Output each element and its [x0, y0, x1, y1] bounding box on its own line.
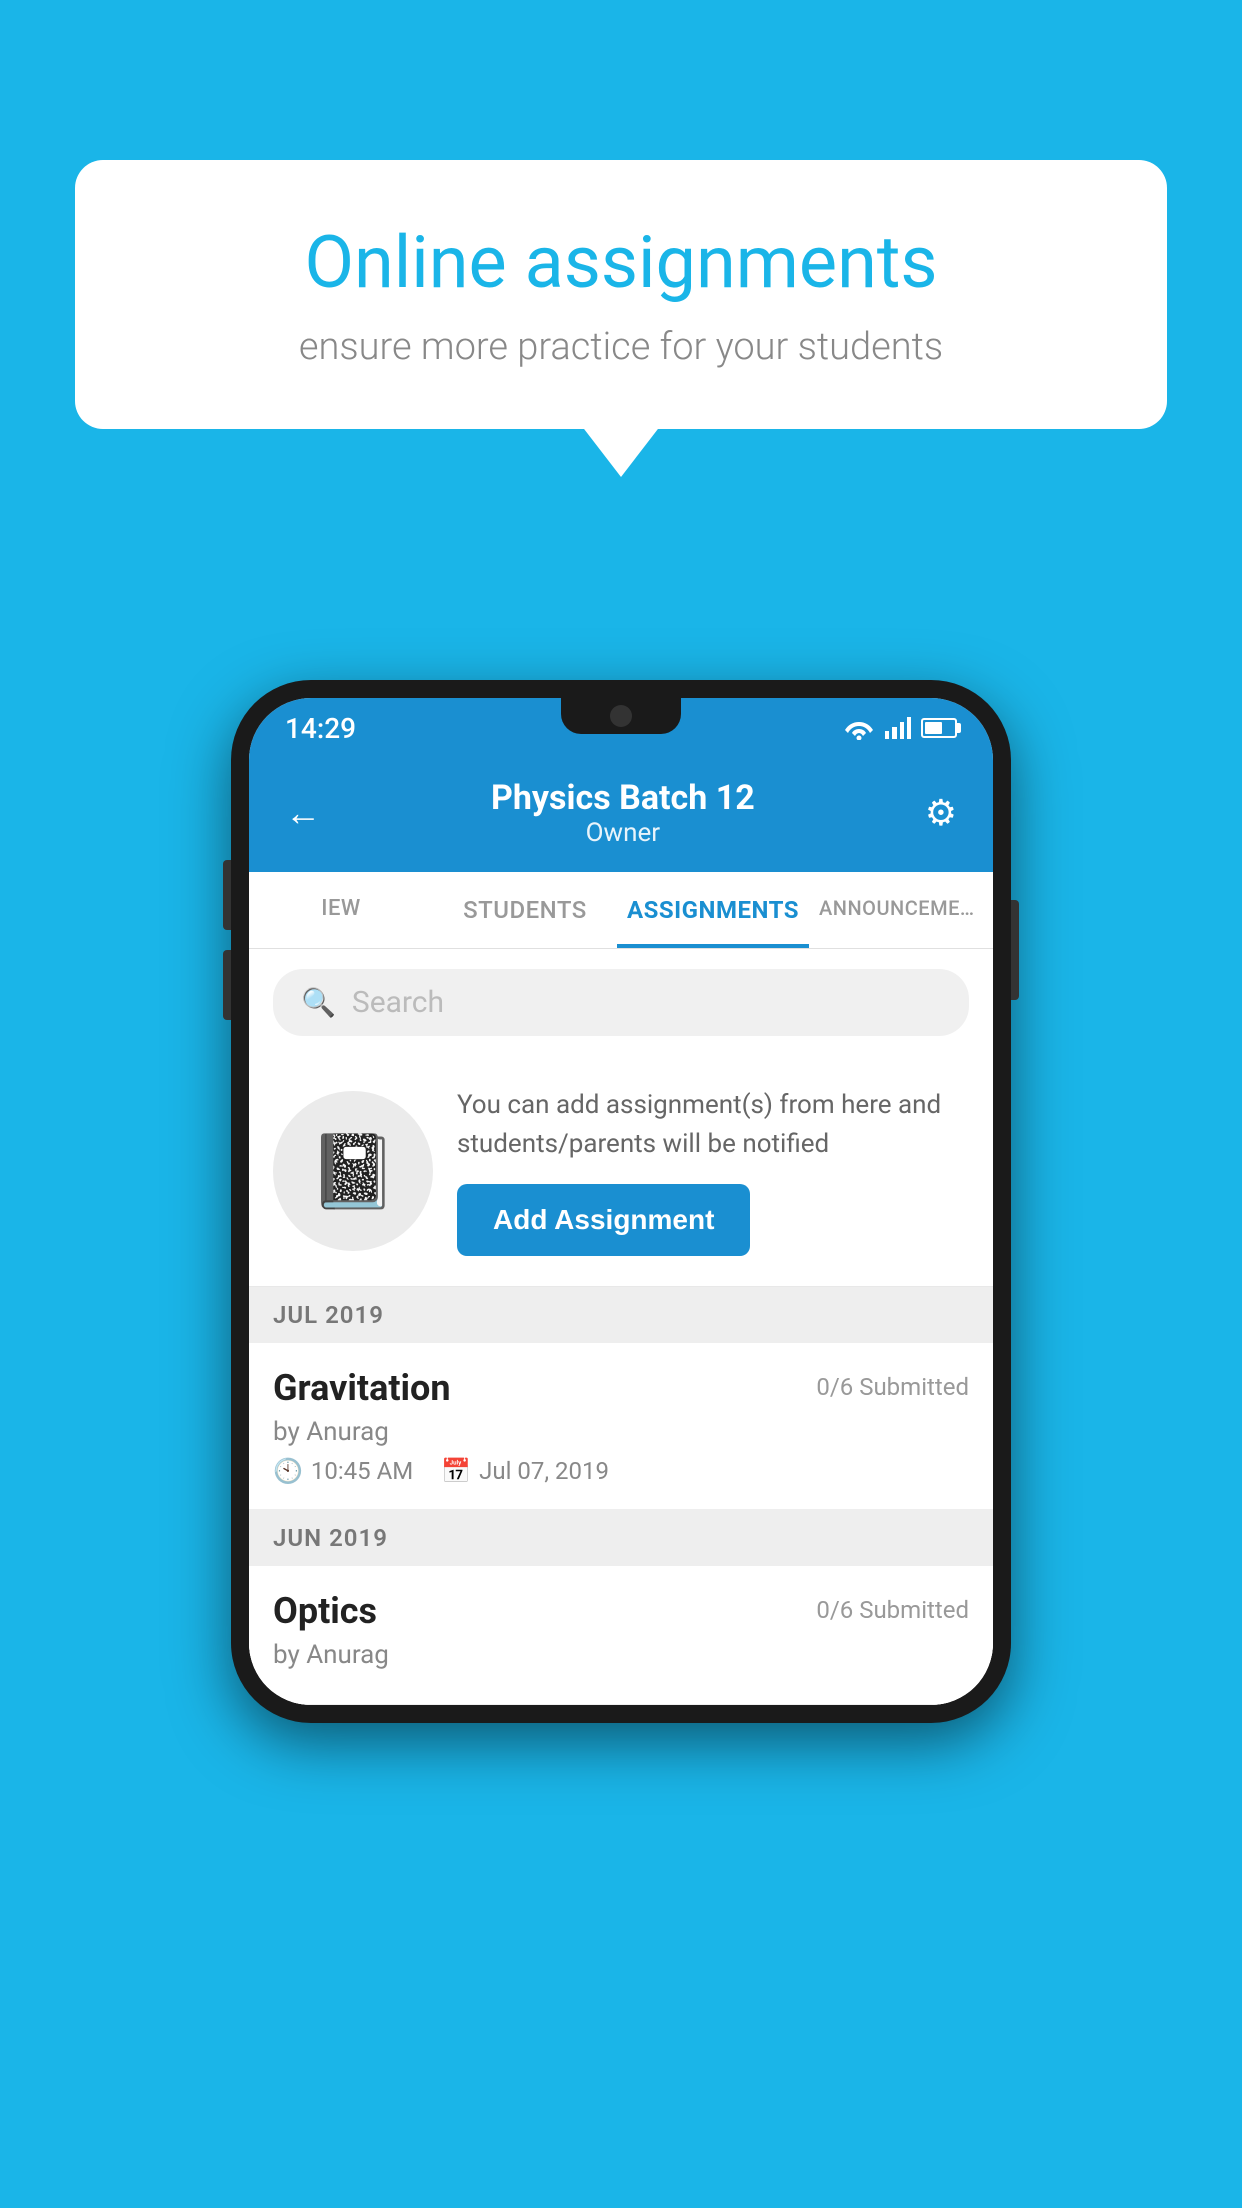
phone-power-button	[1011, 900, 1019, 1000]
month-header-jul: JUL 2019	[249, 1287, 993, 1343]
assignment-time-value: 10:45 AM	[311, 1457, 413, 1485]
assignment-item-optics[interactable]: Optics 0/6 Submitted by Anurag	[249, 1566, 993, 1705]
tab-assignments[interactable]: ASSIGNMENTS	[617, 872, 809, 948]
search-icon: 🔍	[301, 986, 336, 1019]
header-subtitle: Owner	[491, 818, 755, 848]
assignment-time: 🕙 10:45 AM	[273, 1457, 413, 1485]
clock-icon: 🕙	[273, 1457, 303, 1485]
assignment-meta: 🕙 10:45 AM 📅 Jul 07, 2019	[273, 1457, 969, 1485]
settings-button[interactable]: ⚙	[925, 792, 957, 834]
calendar-icon: 📅	[441, 1457, 471, 1485]
assignment-top-row-optics: Optics 0/6 Submitted	[273, 1590, 969, 1632]
assignment-icon-circle: 📓	[273, 1091, 433, 1251]
content-area: 🔍 Search 📓 You can add assignment(s) fro…	[249, 949, 993, 1705]
assignment-date: 📅 Jul 07, 2019	[441, 1457, 609, 1485]
battery-icon	[921, 718, 957, 738]
speech-bubble-subtitle: ensure more practice for your students	[145, 325, 1097, 369]
app-header: ← Physics Batch 12 Owner ⚙	[249, 758, 993, 872]
promo-description: You can add assignment(s) from here and …	[457, 1086, 969, 1164]
assignment-name-optics: Optics	[273, 1590, 377, 1632]
back-button[interactable]: ←	[285, 792, 321, 834]
assignment-top-row: Gravitation 0/6 Submitted	[273, 1367, 969, 1409]
search-bar[interactable]: 🔍 Search	[273, 969, 969, 1036]
assignment-submitted: 0/6 Submitted	[816, 1373, 969, 1401]
phone-volume-up	[223, 860, 231, 930]
phone-volume-down	[223, 950, 231, 1020]
status-time: 14:29	[285, 712, 356, 745]
header-title: Physics Batch 12	[491, 778, 755, 818]
promo-right: You can add assignment(s) from here and …	[457, 1086, 969, 1256]
signal-icon	[885, 717, 911, 739]
assignment-by-optics: by Anurag	[273, 1640, 969, 1670]
assignment-submitted-optics: 0/6 Submitted	[816, 1596, 969, 1624]
header-title-area: Physics Batch 12 Owner	[491, 778, 755, 848]
assignment-date-value: Jul 07, 2019	[479, 1457, 609, 1485]
phone-outer: 14:29	[231, 680, 1011, 1723]
tab-students[interactable]: STUDENTS	[433, 872, 617, 948]
tabs-bar: IEW STUDENTS ASSIGNMENTS ANNOUNCEMENTS	[249, 872, 993, 949]
assignment-name: Gravitation	[273, 1367, 451, 1409]
search-bar-wrapper: 🔍 Search	[249, 949, 993, 1056]
status-icons	[843, 716, 957, 740]
add-assignment-button[interactable]: Add Assignment	[457, 1184, 750, 1256]
promo-block: 📓 You can add assignment(s) from here an…	[249, 1056, 993, 1287]
wifi-icon	[843, 716, 875, 740]
assignment-item-gravitation[interactable]: Gravitation 0/6 Submitted by Anurag 🕙 10…	[249, 1343, 993, 1510]
tab-announcements[interactable]: ANNOUNCEMENTS	[809, 872, 993, 948]
tab-iew[interactable]: IEW	[249, 872, 433, 948]
phone-notch	[561, 698, 681, 734]
notebook-icon: 📓	[308, 1129, 398, 1214]
phone-mockup: 14:29	[231, 680, 1011, 1723]
phone-screen: 14:29	[249, 698, 993, 1705]
search-input[interactable]: Search	[352, 985, 444, 1020]
speech-bubble-container: Online assignments ensure more practice …	[75, 160, 1167, 429]
phone-camera	[610, 705, 632, 727]
assignment-by: by Anurag	[273, 1417, 969, 1447]
month-header-jun: JUN 2019	[249, 1510, 993, 1566]
speech-bubble-title: Online assignments	[145, 220, 1097, 305]
speech-bubble: Online assignments ensure more practice …	[75, 160, 1167, 429]
